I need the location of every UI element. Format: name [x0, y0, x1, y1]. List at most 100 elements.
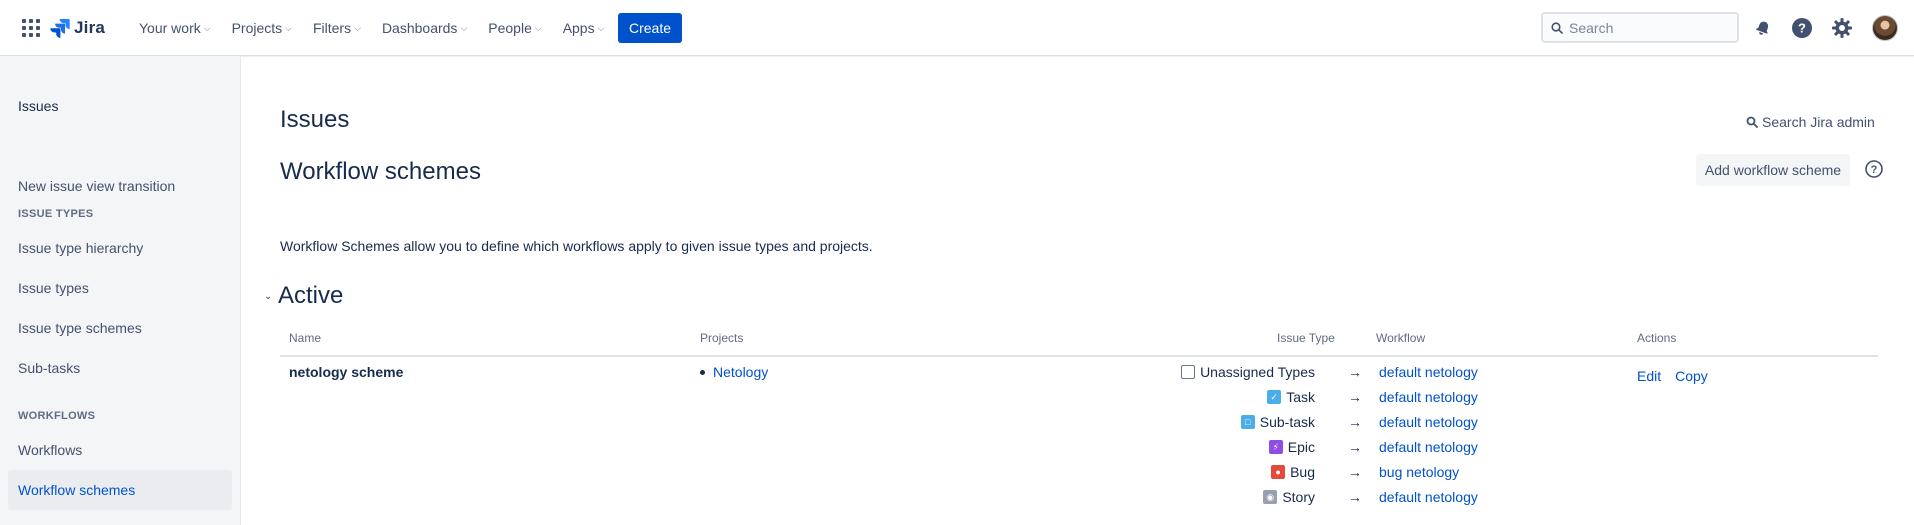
active-section-title: Active	[278, 282, 344, 309]
nav-label: People	[488, 20, 532, 36]
main-content: Issues Search Jira admin Workflow scheme…	[242, 56, 1914, 525]
section-title: Workflow schemes	[280, 158, 481, 185]
page-title: Issues	[280, 106, 350, 133]
nav-label: Projects	[231, 20, 283, 36]
table-row: ✓ Task → default netology	[280, 389, 1878, 414]
sidebar-item-issue-types[interactable]: Issue types	[8, 268, 232, 308]
intro-text: Workflow Schemes allow you to define whi…	[280, 238, 873, 254]
sidebar-title: Issues	[18, 98, 59, 114]
issue-type-cell: ● Bug	[1271, 464, 1315, 480]
workflow-link[interactable]: default netology	[1379, 389, 1478, 405]
search-icon	[1551, 21, 1563, 34]
nav-label: Filters	[312, 20, 352, 36]
workflow-link[interactable]: default netology	[1379, 439, 1478, 455]
create-button[interactable]: Create	[618, 13, 682, 43]
issue-type-cell: ◉ Story	[1263, 489, 1315, 505]
arrow-icon: →	[1348, 489, 1362, 505]
issue-type-label: Bug	[1290, 464, 1315, 480]
issue-type-label: Unassigned Types	[1200, 364, 1315, 380]
search-jira-admin-link[interactable]: Search Jira admin	[1746, 114, 1875, 130]
chevron-down-icon: ⌵	[203, 22, 211, 33]
issue-type-cell: Unassigned Types	[1181, 364, 1315, 380]
sidebar-item-new-issue-view-transition[interactable]: New issue view transition	[8, 166, 232, 206]
sidebar-item-issue-type-schemes[interactable]: Issue type schemes	[8, 308, 232, 348]
chevron-down-icon: ⌵	[285, 22, 292, 33]
sidebar-item-workflow-schemes[interactable]: Workflow schemes	[8, 470, 232, 510]
subtask-icon: □	[1240, 415, 1255, 429]
chevron-down-icon: ⌵	[597, 22, 605, 33]
chevron-down-icon: ⌵	[354, 22, 361, 33]
nav-label: Apps	[562, 20, 595, 36]
top-navigation: Jira Your work ⌵ Projects ⌵ Filters ⌵ Dashb…	[0, 0, 1914, 56]
app-switcher-icon[interactable]	[20, 17, 40, 37]
column-header-workflow: Workflow	[1376, 331, 1426, 345]
column-header-projects: Projects	[700, 331, 744, 345]
primary-nav: Your work ⌵ Projects ⌵ Filters ⌵ Dashboards…	[133, 14, 619, 42]
task-icon: ✓	[1267, 390, 1282, 404]
issue-type-label: Epic	[1287, 439, 1315, 455]
nav-filters[interactable]: Filters ⌵	[307, 14, 367, 42]
bug-icon: ●	[1271, 465, 1286, 479]
nav-apps[interactable]: Apps ⌵	[557, 14, 611, 42]
active-section-toggle[interactable]: ⌄ Active	[264, 282, 343, 310]
issue-type-cell: □ Sub-task	[1240, 414, 1315, 430]
header-divider	[280, 355, 1878, 357]
svg-text:?: ?	[1798, 21, 1806, 36]
unassigned-icon	[1181, 365, 1196, 379]
sidebar-item-sub-tasks[interactable]: Sub-tasks	[8, 348, 232, 388]
sidebar-item-workflows[interactable]: Workflows	[8, 430, 232, 470]
copy-link[interactable]: Copy	[1675, 368, 1708, 384]
table-row: ● Bug → bug netology	[280, 464, 1878, 489]
workflow-link[interactable]: default netology	[1379, 489, 1478, 505]
arrow-icon: →	[1348, 389, 1362, 405]
nav-your-work[interactable]: Your work ⌵	[133, 14, 217, 42]
jira-logo[interactable]: Jira	[50, 14, 105, 42]
edit-link[interactable]: Edit	[1637, 368, 1661, 384]
column-header-issue-type: Issue Type	[1277, 331, 1335, 345]
search-icon	[1746, 116, 1758, 128]
chevron-down-icon: ⌄	[264, 290, 273, 302]
sidebar-item-issue-type-hierarchy[interactable]: Issue type hierarchy	[8, 228, 232, 268]
logo-text: Jira	[74, 18, 106, 37]
search-field[interactable]	[1541, 12, 1739, 43]
column-header-actions: Actions	[1637, 331, 1677, 345]
workflow-link[interactable]: default netology	[1379, 414, 1478, 430]
nav-label: Dashboards	[381, 20, 458, 36]
issue-type-label: Task	[1286, 389, 1315, 405]
chevron-down-icon: ⌵	[460, 22, 468, 33]
jira-logo-icon	[50, 19, 70, 38]
issue-type-cell: ✓ Task	[1267, 389, 1315, 405]
help-icon[interactable]: ?	[1790, 16, 1814, 40]
nav-dashboards[interactable]: Dashboards ⌵	[376, 14, 473, 42]
table-row: □ Sub-task → default netology	[280, 414, 1878, 439]
sidebar-section-workflows: WORKFLOWS	[18, 410, 96, 422]
issue-type-label: Story	[1282, 489, 1315, 505]
issue-type-cell: ⚡ Epic	[1268, 439, 1315, 455]
workflow-link[interactable]: bug netology	[1379, 464, 1459, 480]
nav-people[interactable]: People ⌵	[482, 14, 547, 42]
help-icon[interactable]: ?	[1864, 159, 1884, 179]
chevron-down-icon: ⌵	[534, 22, 542, 33]
workflow-link[interactable]: default netology	[1379, 364, 1478, 380]
settings-icon[interactable]	[1830, 16, 1854, 40]
notifications-icon[interactable]	[1751, 16, 1775, 40]
svg-text:?: ?	[1871, 164, 1878, 176]
avatar[interactable]	[1872, 15, 1898, 41]
add-workflow-scheme-button[interactable]: Add workflow scheme	[1696, 154, 1850, 186]
search-input[interactable]	[1569, 19, 1719, 36]
arrow-icon: →	[1348, 464, 1362, 480]
nav-label: Your work	[139, 20, 201, 36]
table-row: ◉ Story → default netology	[280, 489, 1878, 514]
story-icon: ◉	[1263, 490, 1278, 504]
arrow-icon: →	[1348, 439, 1362, 455]
arrow-icon: →	[1348, 414, 1362, 430]
issue-type-label: Sub-task	[1259, 414, 1315, 430]
column-header-name: Name	[289, 331, 322, 345]
epic-icon: ⚡	[1268, 440, 1283, 454]
nav-projects[interactable]: Projects ⌵	[226, 14, 298, 42]
table-row: ⚡ Epic → default netology	[280, 439, 1878, 464]
sidebar-section-issue-types: ISSUE TYPES	[18, 208, 94, 220]
row-actions: Edit Copy	[1637, 368, 1708, 384]
sidebar: Issues New issue view transition ISSUE T…	[0, 56, 241, 525]
search-jira-admin-label: Search Jira admin	[1762, 114, 1875, 130]
